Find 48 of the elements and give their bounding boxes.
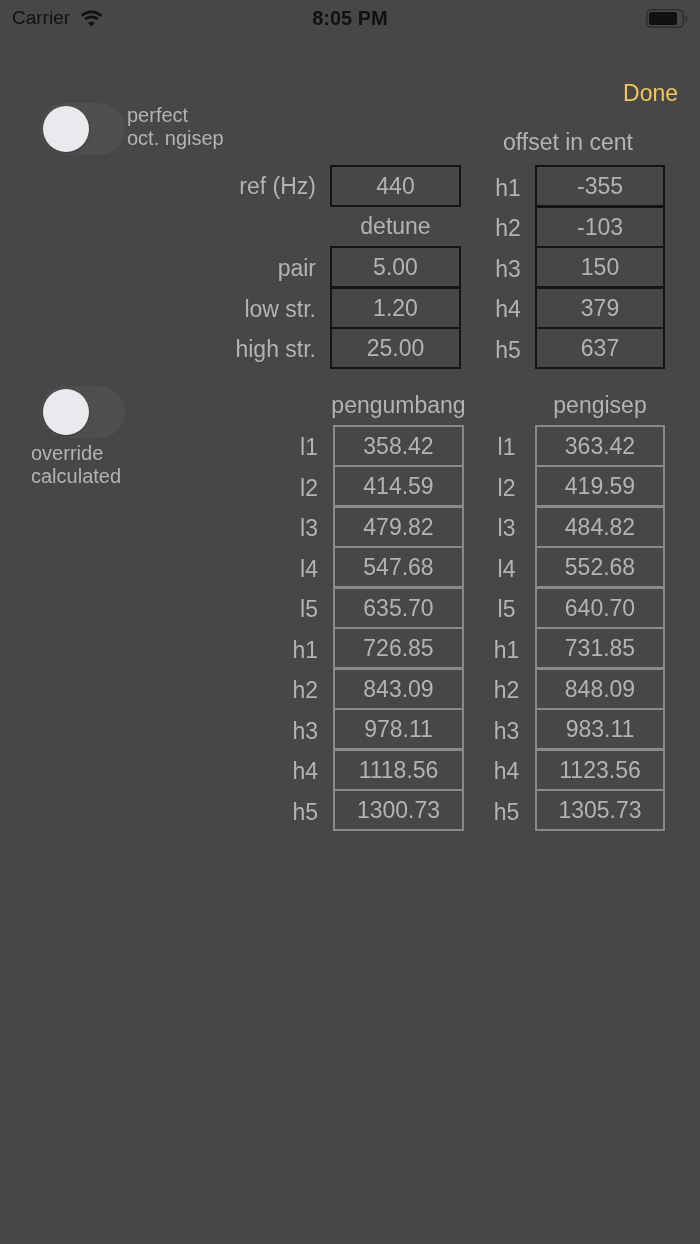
offset-field[interactable]: -103	[535, 205, 665, 248]
offset-label: h4	[495, 296, 521, 323]
string-label: h4	[292, 758, 318, 785]
string-label: h3	[292, 717, 318, 744]
string-label: h5	[292, 798, 318, 825]
string-label: l2	[300, 474, 318, 501]
toggle-label: override calculated	[31, 441, 122, 488]
toggle-label: perfect oct. ngisep	[127, 103, 224, 150]
ref-field[interactable]: 440	[330, 165, 461, 207]
offset-field[interactable]: 637	[535, 327, 665, 369]
string-label: l5	[300, 596, 318, 623]
string-label: l3	[497, 515, 516, 542]
string-label: l5	[497, 596, 516, 623]
offset-label: h3	[495, 255, 521, 282]
offset-header: offset in cent	[502, 129, 633, 157]
offset-label: h1	[495, 174, 521, 201]
toggle-switch[interactable]	[40, 103, 125, 155]
string-label: h5	[493, 798, 520, 825]
string-label: h3	[493, 717, 520, 744]
string-label: l3	[300, 515, 318, 542]
offset-field[interactable]: 150	[535, 246, 665, 288]
offset-field[interactable]: -355	[535, 165, 665, 207]
detune-label: low str.	[244, 295, 316, 322]
battery-icon	[646, 8, 688, 28]
string-label: l4	[300, 555, 318, 582]
detune-label: pair	[277, 255, 316, 282]
column-header: pengumbang	[331, 392, 466, 418]
string-label: h2	[292, 677, 318, 704]
ref-label: ref (Hz)	[239, 173, 316, 200]
string-label: h1	[493, 636, 520, 663]
detune-field[interactable]: 1.20	[330, 286, 461, 329]
done-button[interactable]: Done	[623, 80, 678, 106]
string-label: l4	[497, 555, 516, 582]
detune-field[interactable]: 25.00	[330, 327, 461, 369]
offset-field[interactable]: 379	[535, 286, 665, 329]
string-label: h1	[292, 636, 318, 663]
string-label: h4	[493, 758, 520, 785]
offset-label: h2	[495, 215, 521, 242]
offset-label: h5	[495, 336, 521, 363]
column-header: pengisep	[553, 392, 647, 418]
string-label: l1	[300, 434, 318, 461]
wifi-icon	[80, 9, 104, 27]
detune-header: detune	[360, 212, 431, 239]
string-label: l1	[497, 434, 516, 461]
string-label: l2	[497, 474, 516, 501]
string-label: h2	[493, 677, 520, 704]
detune-label: high str.	[235, 336, 316, 363]
detune-field[interactable]: 5.00	[330, 246, 461, 288]
